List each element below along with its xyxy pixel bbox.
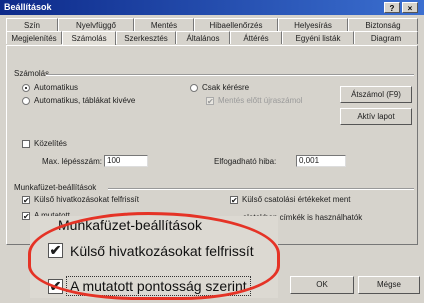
tab-nyelvfuggo[interactable]: Nyelvfüggő [58,18,134,31]
max-change-label: Elfogadható hiba: [214,157,277,166]
ok-button[interactable]: OK [290,276,354,294]
workbook-group-label: Munkafüzet-beállítások [14,183,97,192]
tab-row-bottom: Megjelenítés Számolás Szerkesztés Általá… [6,31,418,45]
update-refs-label: Külső hivatkozásokat felfrissít [34,195,139,204]
calc-group-label: Számolás [14,69,50,78]
auto-except-radio[interactable] [22,97,30,105]
save-links-checkbox[interactable]: ✔ [230,196,238,205]
save-before-checkbox[interactable]: ✔ [206,97,214,106]
calc-group-line [46,74,414,75]
max-iter-label: Max. lépésszám: [42,157,103,166]
title-bar: Beállítások ? × [0,0,424,15]
tab-mentes[interactable]: Mentés [134,18,194,31]
iteration-label: Közelítés [34,139,67,148]
update-refs-checkbox[interactable]: ✔ [22,196,30,205]
auto-radio[interactable] [22,84,30,92]
tab-egyeni-listak[interactable]: Egyéni listák [282,31,354,44]
tab-row-top: Szín Nyelvfüggő Mentés Hibaellenőrzés He… [6,18,418,31]
tab-szerkesztes[interactable]: Szerkesztés [116,31,176,44]
manual-radio[interactable] [190,84,198,92]
tab-atteres[interactable]: Áttérés [230,31,282,44]
calc-sheet-button[interactable]: Aktív lapot [340,108,412,125]
cancel-button[interactable]: Mégse [358,276,420,294]
save-links-label: Külső csatolási értékeket ment [242,195,351,204]
tab-altalanos[interactable]: Általános [176,31,230,44]
close-button[interactable]: × [402,2,418,13]
tab-hibaellenorzes[interactable]: Hibaellenőrzés [194,18,278,31]
max-change-field[interactable]: 0,001 [296,155,346,167]
precision-checkbox-small[interactable]: ✔ [22,212,30,221]
manual-label: Csak kérésre [202,83,250,92]
help-button[interactable]: ? [384,2,400,13]
tab-megjelenites[interactable]: Megjelenítés [6,31,62,44]
zoom-highlight-ellipse [28,212,280,300]
workbook-group-line [108,188,414,189]
auto-except-label: Automatikus, táblákat kivéve [34,96,136,105]
save-before-label: Mentés előtt újraszámol [218,96,303,105]
tab-diagram[interactable]: Diagram [354,31,418,44]
calc-now-button[interactable]: Átszámol (F9) [340,86,412,103]
window-title: Beállítások [4,2,52,12]
auto-label: Automatikus [34,83,79,92]
tab-biztonsag[interactable]: Biztonság [348,18,418,31]
iteration-checkbox[interactable] [22,140,30,148]
tab-helyesiras[interactable]: Helyesírás [278,18,348,31]
tab-szin[interactable]: Szín [6,18,58,31]
tab-szamolas[interactable]: Számolás [62,31,116,45]
max-iter-field[interactable]: 100 [104,155,148,167]
